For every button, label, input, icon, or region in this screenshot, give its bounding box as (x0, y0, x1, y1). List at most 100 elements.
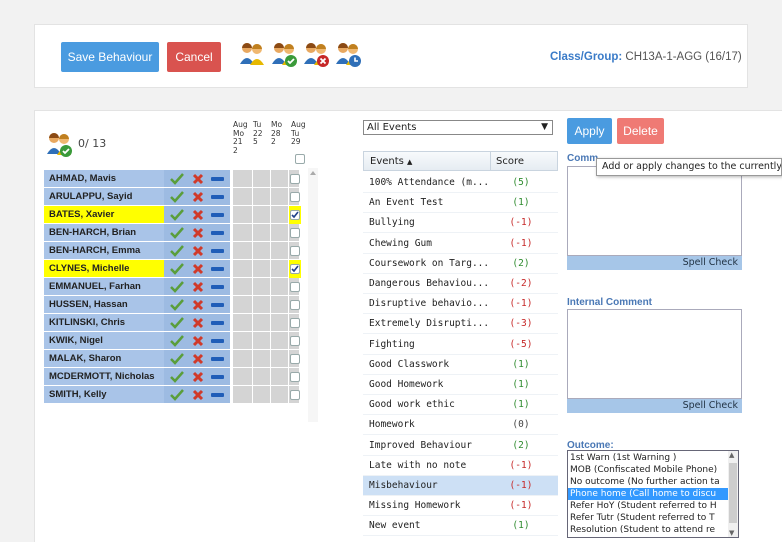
student-row[interactable]: AHMAD, Mavis (44, 170, 300, 188)
student-row[interactable]: KWIK, Nigel (44, 332, 300, 350)
student-name[interactable]: MALAK, Sharon (44, 350, 164, 368)
reject-x-icon[interactable] (192, 317, 204, 329)
minus-icon[interactable] (211, 285, 224, 289)
save-behaviour-button[interactable]: Save Behaviour (61, 42, 159, 72)
student-row[interactable]: CLYNES, Michelle (44, 260, 301, 278)
event-row[interactable]: Extremely Disrupti... (-3) (363, 314, 558, 335)
student-row[interactable]: MCDERMOTT, Nicholas (44, 368, 300, 386)
student-checkbox[interactable] (290, 300, 300, 310)
minus-icon[interactable] (211, 375, 224, 379)
reject-x-icon[interactable] (192, 353, 204, 365)
minus-icon[interactable] (211, 303, 224, 307)
student-name[interactable]: BEN-HARCH, Emma (44, 242, 164, 260)
comment-textarea[interactable] (567, 166, 742, 256)
event-row[interactable]: An Event Test (1) (363, 193, 558, 214)
internal-comment-textarea[interactable] (567, 309, 742, 399)
people-approve-icon[interactable] (270, 40, 298, 68)
reject-x-icon[interactable] (192, 245, 204, 257)
student-name[interactable]: KITLINSKI, Chris (44, 314, 164, 332)
minus-icon[interactable] (211, 177, 224, 181)
minus-icon[interactable] (211, 339, 224, 343)
outcome-option[interactable]: Refer Tutr (Student referred to T (568, 512, 728, 524)
student-checkbox[interactable] (290, 192, 300, 202)
student-name[interactable]: BEN-HARCH, Brian (44, 224, 164, 242)
minus-icon[interactable] (211, 267, 224, 271)
events-filter-select[interactable]: All Events ▼ (363, 120, 553, 135)
event-row[interactable]: Fighting (-5) (363, 335, 558, 355)
student-row[interactable]: BATES, Xavier (44, 206, 301, 224)
approve-check-icon[interactable] (170, 245, 184, 257)
approve-check-icon[interactable] (170, 281, 184, 293)
event-row[interactable]: Improved Behaviour (2) (363, 436, 558, 456)
events-column-header[interactable]: Events ▲ (370, 156, 412, 167)
student-name[interactable]: SMITH, Kelly (44, 386, 164, 404)
student-checkbox[interactable] (290, 264, 300, 274)
delete-button[interactable]: Delete (617, 118, 664, 144)
scroll-down-arrow[interactable]: ▼ (729, 529, 734, 537)
outcome-option[interactable]: No outcome (No further action ta (568, 476, 728, 488)
event-row[interactable]: Misbehaviour (-1) (363, 476, 558, 496)
approve-check-icon[interactable] (170, 353, 184, 365)
reject-x-icon[interactable] (192, 209, 204, 221)
reject-x-icon[interactable] (192, 371, 204, 383)
people-clock-icon[interactable] (334, 40, 362, 68)
outcome-option[interactable]: Resolution (Student to attend re (568, 524, 728, 536)
event-row[interactable]: Late with no note (-1) (363, 456, 558, 476)
minus-icon[interactable] (211, 249, 224, 253)
event-row[interactable]: Bullying (-1) (363, 213, 558, 234)
event-row[interactable]: Disruptive behavio... (-1) (363, 294, 558, 315)
event-row[interactable]: Missing Homework (-1) (363, 496, 558, 517)
minus-icon[interactable] (211, 231, 224, 235)
event-row[interactable]: Good Classwork (1) (363, 355, 558, 375)
approve-check-icon[interactable] (170, 335, 184, 347)
minus-icon[interactable] (211, 357, 224, 361)
outcome-option[interactable]: 1st Warn (1st Warning ) (568, 452, 728, 464)
apply-button[interactable]: Apply (567, 118, 612, 144)
approve-check-icon[interactable] (170, 227, 184, 239)
approve-check-icon[interactable] (170, 263, 184, 275)
student-name[interactable]: ARULAPPU, Sayid (44, 188, 164, 206)
minus-icon[interactable] (211, 213, 224, 217)
student-checkbox[interactable] (290, 246, 300, 256)
approve-check-icon[interactable] (170, 317, 184, 329)
reject-x-icon[interactable] (192, 281, 204, 293)
student-row[interactable]: BEN-HARCH, Emma (44, 242, 300, 260)
event-row[interactable]: 100% Attendance (m... (5) (363, 173, 558, 193)
comment-spellcheck[interactable]: Spell Check (567, 256, 742, 270)
student-checkbox[interactable] (290, 354, 300, 364)
internal-comment-spellcheck[interactable]: Spell Check (567, 399, 742, 413)
student-checkbox[interactable] (290, 282, 300, 292)
student-row[interactable]: ARULAPPU, Sayid (44, 188, 300, 206)
event-row[interactable]: Dangerous Behaviou... (-2) (363, 274, 558, 294)
student-row[interactable]: SMITH, Kelly (44, 386, 300, 404)
outcome-option[interactable]: Phone home (Call home to discu (568, 488, 728, 500)
select-all-checkbox[interactable] (295, 154, 305, 164)
reject-x-icon[interactable] (192, 389, 204, 401)
outcome-option[interactable]: Refer HoY (Student referred to H (568, 500, 728, 512)
reject-x-icon[interactable] (192, 335, 204, 347)
event-row[interactable]: Chewing Gum (-1) (363, 234, 558, 254)
student-name[interactable]: HUSSEN, Hassan (44, 296, 164, 314)
people-icon[interactable] (238, 40, 266, 68)
approve-check-icon[interactable] (170, 191, 184, 203)
student-checkbox[interactable] (290, 372, 300, 382)
event-row[interactable]: Good Homework (1) (363, 375, 558, 395)
reject-x-icon[interactable] (192, 191, 204, 203)
student-name[interactable]: MCDERMOTT, Nicholas (44, 368, 164, 386)
cancel-button[interactable]: Cancel (167, 42, 221, 72)
minus-icon[interactable] (211, 195, 224, 199)
approve-check-icon[interactable] (170, 173, 184, 185)
student-name[interactable]: EMMANUEL, Farhan (44, 278, 164, 296)
student-row[interactable]: KITLINSKI, Chris (44, 314, 300, 332)
student-row[interactable]: BEN-HARCH, Brian (44, 224, 300, 242)
event-row[interactable]: Homework (0) (363, 415, 558, 436)
student-row[interactable]: EMMANUEL, Farhan (44, 278, 300, 296)
scroll-up-arrow[interactable]: ▲ (729, 451, 734, 459)
student-name[interactable]: CLYNES, Michelle (44, 260, 164, 278)
student-row[interactable]: MALAK, Sharon (44, 350, 300, 368)
approve-check-icon[interactable] (170, 389, 184, 401)
student-checkbox[interactable] (290, 336, 300, 346)
approve-check-icon[interactable] (170, 371, 184, 383)
outcome-scroll-thumb[interactable] (729, 463, 737, 523)
outcome-option[interactable]: MOB (Confiscated Mobile Phone) (568, 464, 728, 476)
